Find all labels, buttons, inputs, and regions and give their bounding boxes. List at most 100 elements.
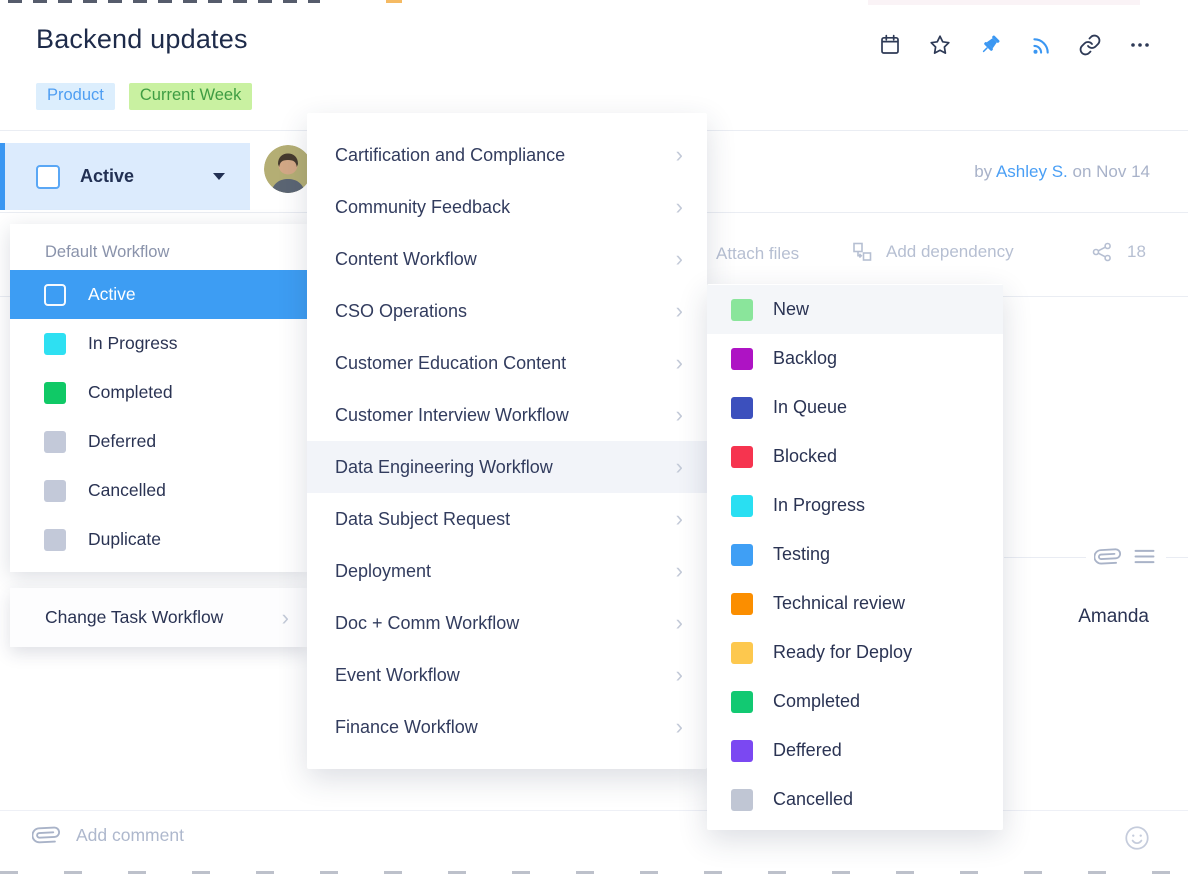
workflow-menu-item[interactable]: Community Feedback	[307, 181, 707, 233]
comment-bar-divider	[0, 810, 1188, 811]
chevron-right-icon	[676, 456, 683, 478]
chevron-right-icon	[676, 404, 683, 426]
status-option[interactable]: Blocked	[707, 432, 1003, 481]
byline-author-link[interactable]: Ashley S.	[996, 162, 1068, 181]
workflow-menu-item[interactable]: Cartification and Compliance	[307, 129, 707, 181]
status-item-label: Deferred	[88, 431, 157, 451]
status-color-swatch	[731, 592, 753, 615]
status-item-label: Completed	[88, 382, 173, 402]
chevron-right-icon	[676, 612, 683, 634]
link-icon[interactable]	[1078, 33, 1102, 57]
workflow-menu-item-label: Finance Workflow	[335, 716, 478, 737]
workflow-status-item[interactable]: In Progress	[10, 319, 307, 368]
chevron-right-icon	[676, 144, 683, 166]
chevron-right-icon	[282, 607, 289, 629]
status-option-label: Backlog	[773, 348, 838, 368]
status-color-swatch	[44, 381, 66, 404]
star-icon[interactable]	[928, 33, 952, 57]
dependency-count[interactable]: 18	[1090, 240, 1146, 264]
dependency-icon	[850, 240, 874, 264]
workflow-status-item[interactable]: Completed	[10, 368, 307, 417]
status-option-label: Testing	[773, 544, 831, 564]
menu-lines-icon[interactable]	[1131, 543, 1158, 570]
status-label: Active	[80, 166, 135, 186]
workflow-menu-item[interactable]: Deployment	[307, 545, 707, 597]
top-edge-artifact-orange	[386, 0, 402, 3]
status-color-swatch	[44, 528, 66, 551]
calendar-icon[interactable]	[878, 33, 902, 57]
paperclip-icon[interactable]	[1094, 543, 1121, 570]
comment-input[interactable]	[76, 820, 776, 850]
workflow-menu-item[interactable]: Data Engineering Workflow	[307, 441, 707, 493]
workflow-status-panel: Default Workflow Active In Progress Comp…	[10, 224, 307, 572]
rss-icon[interactable]	[1028, 33, 1052, 57]
workflow-menu-item-label: Cartification and Compliance	[335, 144, 566, 165]
top-edge-artifact	[8, 0, 320, 3]
assignee-name[interactable]: Amanda	[1078, 606, 1149, 628]
status-color-swatch	[731, 690, 753, 713]
status-option[interactable]: Ready for Deploy	[707, 628, 1003, 677]
tag-list: Product Current Week	[36, 83, 253, 110]
chevron-right-icon	[676, 248, 683, 270]
status-color-swatch	[731, 445, 753, 468]
workflow-menu-item[interactable]: CSO Operations	[307, 285, 707, 337]
attach-files-button[interactable]: Attach files	[716, 244, 799, 264]
dependency-count-value: 18	[1127, 242, 1146, 261]
workflow-menu-item[interactable]: Content Workflow	[307, 233, 707, 285]
status-option[interactable]: Completed	[707, 677, 1003, 726]
workflow-menu-item[interactable]: Doc + Comm Workflow	[307, 597, 707, 649]
status-option[interactable]: In Progress	[707, 481, 1003, 530]
status-option[interactable]: Testing	[707, 530, 1003, 579]
status-option[interactable]: Technical review	[707, 579, 1003, 628]
change-task-workflow-button[interactable]: Change Task Workflow	[10, 588, 307, 647]
status-option[interactable]: New	[707, 285, 1003, 334]
byline: by Ashley S. on Nov 14	[974, 162, 1150, 182]
status-item-label: In Progress	[88, 333, 178, 353]
status-option-label: Deffered	[773, 740, 842, 760]
workflow-menu-item-label: Event Workflow	[335, 664, 460, 685]
status-dropdown-button[interactable]: Active	[5, 143, 250, 210]
description-toolbar	[1086, 543, 1166, 570]
status-color-swatch	[44, 430, 66, 453]
chevron-right-icon	[676, 508, 683, 530]
workflow-menu-item-label: Customer Education Content	[335, 352, 567, 373]
workflow-status-item[interactable]: Deferred	[10, 417, 307, 466]
workflow-menu-item[interactable]: Data Subject Request	[307, 493, 707, 545]
workflow-menu-item-label: Doc + Comm Workflow	[335, 612, 520, 633]
workflow-menu-item[interactable]: Customer Education Content	[307, 337, 707, 389]
tag-current-week[interactable]: Current Week	[128, 83, 253, 110]
workflow-menu-item[interactable]: Event Workflow	[307, 649, 707, 701]
status-option[interactable]: In Queue	[707, 383, 1003, 432]
status-option[interactable]: Backlog	[707, 334, 1003, 383]
caret-down-icon	[213, 173, 225, 180]
pin-icon[interactable]	[978, 33, 1002, 57]
status-submenu: New Backlog In Queue Blocked In Progress	[707, 284, 1003, 830]
add-dependency-button[interactable]: Add dependency	[850, 240, 1014, 264]
status-option-label: Completed	[773, 691, 861, 711]
workflow-menu-item-label: Data Subject Request	[335, 508, 511, 529]
status-option-label: In Progress	[773, 495, 866, 515]
workflow-status-item[interactable]: Active	[10, 270, 307, 319]
status-color-swatch	[731, 347, 753, 370]
top-edge-artifact-pink	[868, 0, 1140, 5]
status-option-label: In Queue	[773, 397, 848, 417]
status-option[interactable]: Cancelled	[707, 775, 1003, 824]
change-task-workflow-label: Change Task Workflow	[45, 607, 224, 627]
workflow-menu-item[interactable]: Customer Interview Workflow	[307, 389, 707, 441]
workflow-status-item[interactable]: Duplicate	[10, 515, 307, 564]
workflow-menu-item-label: Deployment	[335, 560, 432, 581]
workflow-menu-item[interactable]: Finance Workflow	[307, 701, 707, 753]
workflow-status-item[interactable]: Cancelled	[10, 466, 307, 515]
more-icon[interactable]	[1128, 33, 1152, 57]
attach-comment-paperclip-icon[interactable]	[31, 821, 61, 849]
workflow-menu-item-label: Content Workflow	[335, 248, 477, 269]
assignee-avatar[interactable]	[264, 145, 312, 193]
status-option[interactable]: Deffered	[707, 726, 1003, 775]
smiley-icon[interactable]	[1123, 824, 1151, 852]
status-color-swatch	[731, 641, 753, 664]
status-color-swatch	[731, 298, 753, 321]
tag-product[interactable]: Product	[36, 83, 115, 110]
task-complete-checkbox[interactable]	[36, 164, 60, 189]
status-color-swatch	[44, 332, 66, 355]
status-option-label: Cancelled	[773, 789, 854, 809]
